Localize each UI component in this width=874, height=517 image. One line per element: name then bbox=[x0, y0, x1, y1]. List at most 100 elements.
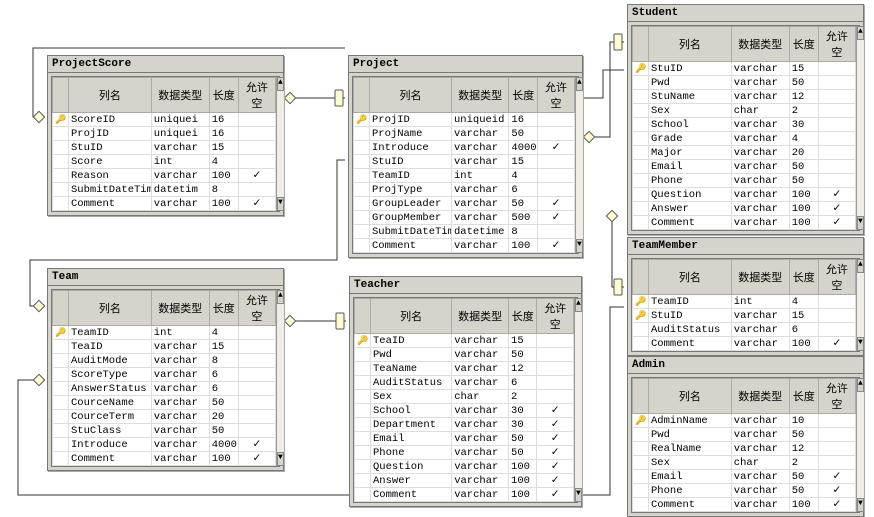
table-row[interactable]: Emailvarchar50 bbox=[633, 160, 856, 174]
col-header[interactable]: 长度 bbox=[209, 78, 238, 113]
table-row[interactable]: ProjTypevarchar6 bbox=[354, 183, 575, 197]
columns-grid[interactable]: 列名数据类型长度允许空TeamIDint4TeaIDvarchar15Audit… bbox=[52, 290, 276, 466]
table-row[interactable]: Commentvarchar100 bbox=[53, 452, 276, 466]
table-row[interactable]: Introducevarchar4000 bbox=[354, 141, 575, 155]
scroll-down-icon[interactable]: ▼ bbox=[277, 197, 284, 211]
table-row[interactable]: Pwdvarchar50 bbox=[633, 428, 856, 442]
col-header[interactable]: 长度 bbox=[509, 299, 537, 334]
columns-grid[interactable]: 列名数据类型长度允许空AdminNamevarchar10Pwdvarchar5… bbox=[632, 378, 856, 512]
col-header[interactable]: 数据类型 bbox=[151, 78, 209, 113]
table-row[interactable]: StuIDvarchar15 bbox=[633, 309, 856, 323]
table-row[interactable]: Sexchar2 bbox=[633, 456, 856, 470]
scroll-track[interactable] bbox=[277, 91, 284, 197]
table-row[interactable]: Commentvarchar100 bbox=[633, 337, 856, 351]
col-header[interactable]: 数据类型 bbox=[731, 260, 789, 295]
table-row[interactable]: Questionvarchar100 bbox=[355, 460, 574, 474]
table-row[interactable]: StuNamevarchar12 bbox=[633, 90, 856, 104]
scroll-down-icon[interactable]: ▼ bbox=[857, 337, 864, 351]
table-row[interactable]: AuditModevarchar8 bbox=[53, 354, 276, 368]
scroll-up-icon[interactable]: ▲ bbox=[576, 77, 583, 91]
scroll-track[interactable] bbox=[857, 40, 864, 216]
table-row[interactable]: Majorvarchar20 bbox=[633, 146, 856, 160]
col-header[interactable]: 数据类型 bbox=[731, 27, 789, 62]
scroll-down-icon[interactable]: ▼ bbox=[277, 452, 284, 466]
scroll-up-icon[interactable]: ▲ bbox=[857, 259, 864, 273]
columns-grid[interactable]: 列名数据类型长度允许空ProjIDuniqueid16ProjNamevarch… bbox=[353, 77, 575, 253]
scroll-track[interactable] bbox=[857, 273, 864, 337]
table-admin[interactable]: Admin 列名数据类型长度允许空AdminNamevarchar10Pwdvar… bbox=[627, 356, 864, 517]
col-header[interactable]: 长度 bbox=[789, 27, 818, 62]
col-header[interactable] bbox=[633, 260, 649, 295]
columns-grid[interactable]: 列名数据类型长度允许空StuIDvarchar15Pwdvarchar50Stu… bbox=[632, 26, 856, 230]
diagram-canvas[interactable]: ProjectScore列名数据类型长度允许空ScoreIDuniquei16P… bbox=[0, 0, 874, 500]
col-header[interactable] bbox=[53, 78, 69, 113]
table-title[interactable]: Project bbox=[349, 56, 582, 73]
table-title[interactable]: ProjectScore bbox=[48, 56, 283, 73]
col-header[interactable]: 列名 bbox=[371, 299, 452, 334]
table-row[interactable]: ProjIDuniquei16 bbox=[53, 127, 276, 141]
col-header[interactable]: 允许空 bbox=[238, 291, 275, 326]
table-row[interactable]: Commentvarchar100 bbox=[354, 239, 575, 253]
col-header[interactable]: 列名 bbox=[370, 78, 452, 113]
col-header[interactable]: 允许空 bbox=[818, 27, 855, 62]
table-row[interactable]: Introducevarchar4000 bbox=[53, 438, 276, 452]
table-team[interactable]: Team列名数据类型长度允许空TeamIDint4TeaIDvarchar15A… bbox=[47, 268, 284, 471]
vertical-scrollbar[interactable]: ▲▼ bbox=[574, 298, 582, 502]
table-row[interactable]: Answervarchar100 bbox=[633, 202, 856, 216]
col-header[interactable]: 列名 bbox=[649, 379, 732, 414]
col-header[interactable]: 允许空 bbox=[238, 78, 275, 113]
table-row[interactable]: ProjIDuniqueid16 bbox=[354, 113, 575, 127]
table-row[interactable]: AdminNamevarchar10 bbox=[633, 414, 856, 428]
table-teacher[interactable]: Teacher列名数据类型长度允许空TeaIDvarchar15Pwdvarch… bbox=[349, 276, 582, 507]
vertical-scrollbar[interactable]: ▲▼ bbox=[856, 378, 864, 512]
scroll-up-icon[interactable]: ▲ bbox=[857, 378, 864, 392]
table-title[interactable]: TeamMember bbox=[628, 238, 863, 255]
table-row[interactable]: Scoreint4 bbox=[53, 155, 276, 169]
table-row[interactable]: Commentvarchar100 bbox=[355, 488, 574, 502]
col-header[interactable] bbox=[53, 291, 69, 326]
table-row[interactable]: ProjNamevarchar50 bbox=[354, 127, 575, 141]
scroll-down-icon[interactable]: ▼ bbox=[857, 498, 864, 512]
scroll-track[interactable] bbox=[857, 392, 864, 498]
table-row[interactable]: Sexchar2 bbox=[633, 104, 856, 118]
col-header[interactable]: 长度 bbox=[789, 379, 818, 414]
table-row[interactable]: Schoolvarchar30 bbox=[633, 118, 856, 132]
table-row[interactable]: TeaIDvarchar15 bbox=[53, 340, 276, 354]
col-header[interactable]: 长度 bbox=[209, 291, 238, 326]
table-row[interactable]: Phonevarchar50 bbox=[355, 446, 574, 460]
table-row[interactable]: ScoreTypevarchar6 bbox=[53, 368, 276, 382]
table-row[interactable]: AuditStatusvarchar6 bbox=[355, 376, 574, 390]
table-projectscore[interactable]: ProjectScore 列名数据类型长度允许空ScoreIDuniquei16P… bbox=[47, 55, 284, 216]
table-row[interactable]: AuditStatusvarchar6 bbox=[633, 323, 856, 337]
col-header[interactable]: 列名 bbox=[649, 260, 732, 295]
scroll-up-icon[interactable]: ▲ bbox=[575, 298, 582, 312]
table-student[interactable]: Student列名数据类型长度允许空StuIDvarchar15Pwdvarch… bbox=[627, 4, 864, 235]
table-row[interactable]: Emailvarchar50 bbox=[355, 432, 574, 446]
table-row[interactable]: Commentvarchar100 bbox=[53, 197, 276, 211]
col-header[interactable]: 数据类型 bbox=[452, 78, 509, 113]
table-row[interactable]: CourceNamevarchar50 bbox=[53, 396, 276, 410]
table-row[interactable]: ScoreIDuniquei16 bbox=[53, 113, 276, 127]
table-row[interactable]: SubmitDateTimedatetim8 bbox=[53, 183, 276, 197]
table-row[interactable]: TeamIDint4 bbox=[633, 295, 856, 309]
table-row[interactable]: RealNamevarchar12 bbox=[633, 442, 856, 456]
col-header[interactable]: 数据类型 bbox=[452, 299, 509, 334]
table-teammember[interactable]: TeamMember 列名数据类型长度允许空TeamIDint4StuIDvarc… bbox=[627, 237, 864, 356]
scroll-track[interactable] bbox=[575, 312, 582, 488]
table-row[interactable]: Schoolvarchar30 bbox=[355, 404, 574, 418]
vertical-scrollbar[interactable]: ▲▼ bbox=[856, 26, 864, 230]
table-row[interactable]: Commentvarchar100 bbox=[633, 216, 856, 230]
scroll-up-icon[interactable]: ▲ bbox=[277, 290, 284, 304]
table-row[interactable]: StuClassvarchar50 bbox=[53, 424, 276, 438]
table-row[interactable]: Phonevarchar50 bbox=[633, 484, 856, 498]
vertical-scrollbar[interactable]: ▲▼ bbox=[276, 77, 284, 211]
table-project[interactable]: Project 列名数据类型长度允许空ProjIDuniqueid16ProjNa… bbox=[348, 55, 583, 258]
columns-grid[interactable]: 列名数据类型长度允许空ScoreIDuniquei16ProjIDuniquei… bbox=[52, 77, 276, 211]
vertical-scrollbar[interactable]: ▲▼ bbox=[276, 290, 284, 466]
col-header[interactable] bbox=[633, 379, 649, 414]
vertical-scrollbar[interactable]: ▲▼ bbox=[575, 77, 583, 253]
columns-grid[interactable]: 列名数据类型长度允许空TeamIDint4StuIDvarchar15Audit… bbox=[632, 259, 856, 351]
table-title[interactable]: Admin bbox=[628, 357, 863, 374]
scroll-up-icon[interactable]: ▲ bbox=[277, 77, 284, 91]
col-header[interactable] bbox=[355, 299, 371, 334]
